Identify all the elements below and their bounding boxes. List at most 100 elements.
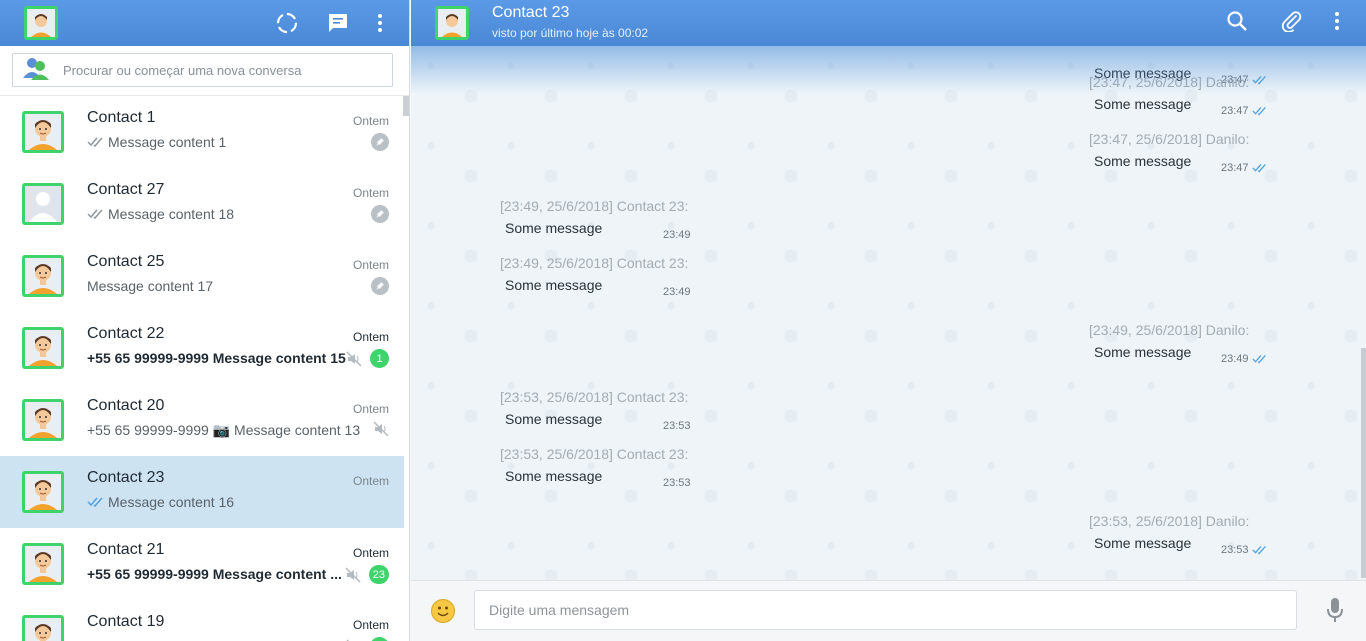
last-message: +55 65 99999-9999 📷 Message content 13 xyxy=(87,422,360,439)
read-ticks-icon xyxy=(1251,164,1266,173)
message-text: Some message xyxy=(505,220,603,236)
message-time: 23:47 xyxy=(1221,105,1268,117)
outgoing-message[interactable]: [23:47, 25/6/2018] Danilo: Some message 23… xyxy=(1089,131,1269,181)
last-message-text: +55 65 99999-9999 📷 Message content 13 xyxy=(87,422,361,438)
contact-avatar xyxy=(22,615,64,641)
message-time-text: 23:49 xyxy=(663,286,691,298)
contact-avatar xyxy=(22,327,64,369)
contact-list: Contact 1 Message content 1 Ontem Contact 2… xyxy=(0,96,404,641)
muted-icon xyxy=(346,350,362,367)
chat-list-item[interactable]: Contact 20 +55 65 99999-9999 📷 Message co… xyxy=(0,384,404,456)
search-box xyxy=(12,53,393,87)
message-time: 23:49 xyxy=(1221,353,1268,365)
message-time-text: 23:49 xyxy=(1221,353,1249,365)
chat-list-item[interactable]: Contact 22 +55 65 99999-9999 Message cont… xyxy=(0,312,404,384)
read-ticks-icon xyxy=(1251,107,1266,116)
message-time-text: 23:47 xyxy=(1221,105,1249,117)
last-message-text: Message content 17 xyxy=(87,278,214,294)
conversation-menu-icon[interactable] xyxy=(1334,11,1340,36)
contact-avatar xyxy=(22,111,64,153)
message-input-box xyxy=(474,590,1297,630)
last-message: Message content 1 xyxy=(87,134,226,150)
contact-name: Contact 21 xyxy=(87,541,165,558)
contact-name: Contact 1 xyxy=(87,109,156,126)
incoming-message[interactable]: [23:49, 25/6/2018] Contact 23: Some messa… xyxy=(500,198,695,248)
last-message-time: Ontem xyxy=(352,546,389,560)
header-shadow xyxy=(411,46,1366,94)
contacts-icon xyxy=(23,56,49,85)
last-message-time: Ontem xyxy=(352,330,389,344)
unread-badge: 1 xyxy=(370,349,389,368)
message-text: Some message xyxy=(505,277,603,293)
unread-badge: 23 xyxy=(368,565,389,584)
microphone-icon[interactable] xyxy=(1326,597,1344,628)
chat-item-indicators xyxy=(371,277,389,295)
message-time-text: 23:53 xyxy=(663,420,691,432)
search-input[interactable] xyxy=(63,62,383,78)
last-message-time: Ontem xyxy=(352,474,389,488)
muted-icon xyxy=(373,421,389,437)
new-chat-icon[interactable] xyxy=(327,12,349,34)
chat-scrollbar[interactable] xyxy=(1361,348,1366,578)
pin-icon xyxy=(371,205,389,223)
chat-item-indicators xyxy=(371,205,389,223)
chat-list-item[interactable]: Contact 21 +55 65 99999-9999 Message cont… xyxy=(0,528,404,600)
incoming-message[interactable]: [23:53, 25/6/2018] Contact 23: Some messa… xyxy=(500,389,695,439)
chat-list-item[interactable]: Contact 25 Message content 17 Ontem xyxy=(0,240,404,312)
message-meta: [23:49, 25/6/2018] Contact 23: xyxy=(500,198,689,214)
menu-icon[interactable] xyxy=(377,13,383,33)
message-time: 23:49 xyxy=(663,229,691,241)
message-meta: [23:49, 25/6/2018] Danilo: xyxy=(1089,322,1250,338)
chat-list-item[interactable]: Contact 23 Message content 16 Ontem xyxy=(0,456,404,528)
emoji-icon[interactable] xyxy=(431,599,455,623)
list-scrollbar[interactable] xyxy=(403,96,409,116)
last-message-time: Ontem xyxy=(352,402,389,416)
message-time: 23:53 xyxy=(1221,544,1268,556)
last-seen-status: visto por último hoje às 00:02 xyxy=(492,26,649,40)
chat-item-indicators: 1 xyxy=(346,349,389,368)
contact-name: Contact 25 xyxy=(87,253,165,270)
my-avatar[interactable] xyxy=(24,6,58,40)
message-meta: [23:53, 25/6/2018] Danilo: xyxy=(1089,513,1250,529)
last-message-text: Message content 16 xyxy=(108,494,235,510)
message-time: 23:53 xyxy=(663,477,691,489)
unread-badge: 1 xyxy=(370,637,389,641)
contact-avatar[interactable] xyxy=(435,6,469,40)
last-message-time: Ontem xyxy=(352,618,389,632)
outgoing-message[interactable]: [23:53, 25/6/2018] Danilo: Some message 23… xyxy=(1089,513,1269,563)
conversation-title: Contact 23 xyxy=(492,4,570,21)
left-header xyxy=(0,0,409,46)
chat-list-item[interactable]: Contact 27 Message content 18 Ontem xyxy=(0,168,404,240)
attach-icon[interactable] xyxy=(1280,10,1302,37)
search-icon[interactable] xyxy=(1226,10,1248,37)
outgoing-message[interactable]: [23:49, 25/6/2018] Danilo: Some message 23… xyxy=(1089,322,1269,372)
chat-item-body: Contact 27 Message content 18 Ontem xyxy=(87,168,404,240)
chat-item-body: Contact 1 Message content 1 Ontem xyxy=(87,96,404,168)
double-check-icon xyxy=(87,497,103,507)
contact-name: Contact 23 xyxy=(87,469,165,486)
composer xyxy=(411,580,1366,641)
read-ticks-icon xyxy=(1251,355,1266,364)
last-message-text: Message content 1 xyxy=(108,134,227,150)
last-message-time: Ontem xyxy=(352,258,389,272)
double-check-icon xyxy=(87,209,103,219)
chat-item-body: Contact 21 +55 65 99999-9999 Message cont… xyxy=(87,528,404,600)
status-icon[interactable] xyxy=(275,11,299,35)
message-time-text: 23:53 xyxy=(1221,544,1249,556)
chat-list-item[interactable]: Contact 19+55 65 99999-9999 Message cont… xyxy=(0,600,404,641)
message-time-text: 23:49 xyxy=(663,229,691,241)
conversation-header[interactable]: Contact 23 visto por último hoje às 00:0… xyxy=(411,0,1366,46)
message-input[interactable] xyxy=(475,591,1296,629)
contact-avatar xyxy=(22,183,64,225)
chat-item-indicators xyxy=(371,133,389,151)
message-meta: [23:53, 25/6/2018] Contact 23: xyxy=(500,446,689,462)
message-time: 23:53 xyxy=(663,420,691,432)
message-meta: [23:49, 25/6/2018] Contact 23: xyxy=(500,255,689,271)
message-area[interactable]: Some message 23:47 [23:47, 25/6/2018] Dani… xyxy=(411,46,1366,580)
incoming-message[interactable]: [23:49, 25/6/2018] Contact 23: Some messa… xyxy=(500,255,695,305)
chat-item-body: Contact 19+55 65 99999-9999 Message cont… xyxy=(87,600,404,641)
last-message-text: Message content 18 xyxy=(108,206,235,222)
chat-list-item[interactable]: Contact 1 Message content 1 Ontem xyxy=(0,96,404,168)
last-message-time: Ontem xyxy=(352,114,389,128)
incoming-message[interactable]: [23:53, 25/6/2018] Contact 23: Some messa… xyxy=(500,446,695,496)
